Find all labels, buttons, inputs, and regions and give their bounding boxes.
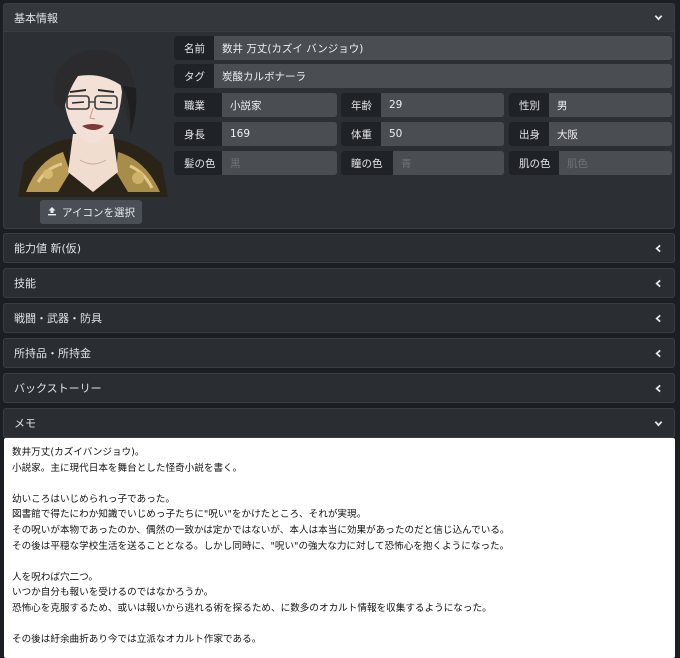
backstory-title: バックストーリー xyxy=(14,382,102,395)
gender-field: 性別 男 xyxy=(509,93,672,117)
age-label: 年齢 xyxy=(341,93,381,117)
age-field: 年齢 29 xyxy=(341,93,504,117)
eye-color-field: 瞳の色 青 xyxy=(341,151,504,175)
skills-header[interactable]: 技能 xyxy=(4,269,674,297)
memo-panel: メモ xyxy=(3,408,675,438)
memo-line: その呪いが本物であったのか、偶然の一致かは定かではないが、本人は本当に効果があっ… xyxy=(12,524,510,536)
job-label: 職業 xyxy=(174,93,222,117)
height-input[interactable]: 169 xyxy=(222,122,337,146)
job-field: 職業 小説家 xyxy=(174,93,337,117)
basic-info-title: 基本情報 xyxy=(14,11,58,25)
chevron-left-icon[interactable] xyxy=(652,242,664,254)
origin-input[interactable]: 大阪 xyxy=(549,122,672,146)
basic-info-panel: 基本情報 アイコンを選択 名前 数井 万丈(カズイ バンジョウ) タグ 炭酸カル… xyxy=(3,3,675,229)
chevron-left-icon[interactable] xyxy=(652,277,664,289)
memo-line: その後は平穏な学校生活を送ることとなる。しかし同時に、"呪い"の強大な力に対して… xyxy=(12,540,510,552)
height-field: 身長 169 xyxy=(174,122,337,146)
combat-panel[interactable]: 戦闘・武器・防具 xyxy=(3,303,675,333)
upload-icon xyxy=(47,206,57,219)
items-title: 所持品・所持金 xyxy=(14,347,91,360)
origin-field: 出身 大阪 xyxy=(509,122,672,146)
hair-color-input[interactable]: 黒 xyxy=(222,151,337,175)
weight-label: 体重 xyxy=(341,122,381,146)
memo-line: 恐怖心を克服するため、或いは報いから逃れる術を探るため、に数多のオカルト情報を収… xyxy=(12,602,492,614)
combat-header[interactable]: 戦闘・武器・防具 xyxy=(4,304,674,332)
memo-line: 数井万丈(カズイバンジョウ)。 xyxy=(12,447,145,458)
memo-line: ​ xyxy=(12,554,667,570)
skills-title: 技能 xyxy=(14,277,36,290)
name-input[interactable]: 数井 万丈(カズイ バンジョウ) xyxy=(214,36,672,60)
tag-field: タグ 炭酸カルボナーラ xyxy=(174,64,672,88)
memo-textarea[interactable]: 数井万丈(カズイバンジョウ)。 小説家。主に現代日本を舞台とした怪奇小説を書く。… xyxy=(4,438,675,658)
chevron-down-icon[interactable] xyxy=(652,12,664,24)
chevron-left-icon[interactable] xyxy=(652,347,664,359)
memo-line: 小説家。主に現代日本を舞台とした怪奇小説を書く。 xyxy=(12,462,243,474)
memo-line: 図書館で得たにわか知識でいじめっ子たちに"呪い"をかけたところ、それが実現。 xyxy=(12,509,367,521)
memo-header[interactable]: メモ xyxy=(4,409,674,437)
tag-label: タグ xyxy=(174,64,214,88)
backstory-header[interactable]: バックストーリー xyxy=(4,374,674,402)
origin-label: 出身 xyxy=(509,122,549,146)
memo-line: ​ xyxy=(12,617,667,633)
chevron-left-icon[interactable] xyxy=(652,312,664,324)
select-icon-label: アイコンを選択 xyxy=(62,206,135,219)
chevron-down-icon[interactable] xyxy=(652,417,664,429)
skin-color-label: 肌の色 xyxy=(509,151,559,175)
skin-color-field: 肌の色 肌色 xyxy=(509,151,672,175)
name-field: 名前 数井 万丈(カズイ バンジョウ) xyxy=(174,36,672,60)
backstory-panel[interactable]: バックストーリー xyxy=(3,373,675,403)
character-sheet: 基本情報 アイコンを選択 名前 数井 万丈(カズイ バンジョウ) タグ 炭酸カル… xyxy=(0,0,680,658)
skin-color-input[interactable]: 肌色 xyxy=(559,151,672,175)
memo-line: いつか自分も報いを受けるのではなかろうか。 xyxy=(12,587,214,599)
gender-input[interactable]: 男 xyxy=(549,93,672,117)
gender-label: 性別 xyxy=(509,93,549,117)
memo-line: その後は紆余曲折あり今では立派なオカルト作家である。 xyxy=(12,634,262,646)
memo-line: 人を呪わば穴二つ。 xyxy=(12,571,98,583)
eye-color-input[interactable]: 青 xyxy=(393,151,504,175)
height-label: 身長 xyxy=(174,122,222,146)
ability-title: 能力値 新(仮) xyxy=(14,242,82,255)
items-header[interactable]: 所持品・所持金 xyxy=(4,339,674,367)
name-label: 名前 xyxy=(174,36,214,60)
select-icon-button[interactable]: アイコンを選択 xyxy=(40,200,142,224)
avatar xyxy=(18,42,168,197)
weight-field: 体重 50 xyxy=(341,122,504,146)
chevron-left-icon[interactable] xyxy=(652,382,664,394)
weight-input[interactable]: 50 xyxy=(381,122,504,146)
basic-info-header[interactable]: 基本情報 xyxy=(4,4,674,32)
skills-panel[interactable]: 技能 xyxy=(3,268,675,298)
ability-panel[interactable]: 能力値 新(仮) xyxy=(3,233,675,263)
memo-title: メモ xyxy=(14,417,36,430)
tag-input[interactable]: 炭酸カルボナーラ xyxy=(214,64,672,88)
ability-header[interactable]: 能力値 新(仮) xyxy=(4,234,674,262)
job-input[interactable]: 小説家 xyxy=(222,93,337,117)
memo-line: 幼いころはいじめられっ子であった。 xyxy=(12,493,175,505)
eye-color-label: 瞳の色 xyxy=(341,151,393,175)
age-input[interactable]: 29 xyxy=(381,93,504,117)
combat-title: 戦闘・武器・防具 xyxy=(14,312,102,325)
items-panel[interactable]: 所持品・所持金 xyxy=(3,338,675,368)
memo-line: ​ xyxy=(12,476,667,492)
hair-color-label: 髪の色 xyxy=(174,151,222,175)
hair-color-field: 髪の色 黒 xyxy=(174,151,337,175)
